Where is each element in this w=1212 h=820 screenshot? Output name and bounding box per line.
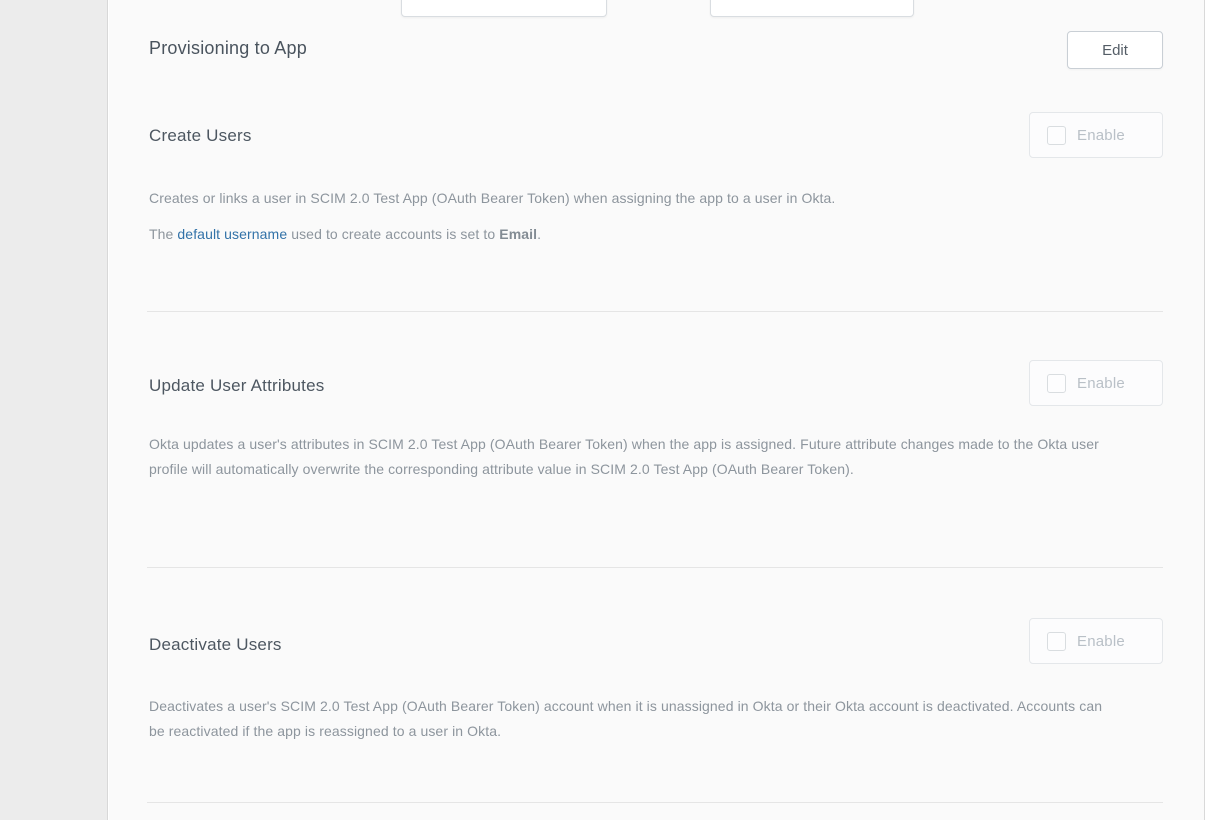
enable-label: Enable — [1077, 375, 1125, 392]
enable-checkbox[interactable] — [1047, 126, 1066, 145]
create-users-description: Creates or links a user in SCIM 2.0 Test… — [149, 186, 1105, 247]
default-username-link[interactable]: default username — [177, 226, 287, 242]
enable-toggle-update-user-attributes[interactable]: Enable — [1029, 360, 1163, 406]
divider — [147, 802, 1163, 803]
truncated-input-field[interactable] — [401, 0, 607, 17]
enable-toggle-create-users[interactable]: Enable — [1029, 112, 1163, 158]
description-text: Creates or links a user in SCIM 2.0 Test… — [149, 186, 1105, 211]
text-fragment: The — [149, 226, 177, 242]
page-title: Provisioning to App — [149, 38, 307, 59]
divider — [147, 567, 1163, 568]
section-title-update-user-attributes: Update User Attributes — [149, 376, 324, 396]
description-text: Deactivates a user's SCIM 2.0 Test App (… — [149, 694, 1105, 744]
enable-label: Enable — [1077, 127, 1125, 144]
enable-toggle-deactivate-users[interactable]: Enable — [1029, 618, 1163, 664]
section-title-create-users: Create Users — [149, 126, 252, 146]
left-sidebar — [0, 0, 108, 820]
provisioning-to-app-panel: Provisioning to App Edit Create Users En… — [109, 0, 1205, 820]
truncated-input-field[interactable] — [710, 0, 914, 17]
edit-button[interactable]: Edit — [1067, 31, 1163, 69]
description-text: Okta updates a user's attributes in SCIM… — [149, 432, 1105, 482]
update-user-attributes-description: Okta updates a user's attributes in SCIM… — [149, 432, 1105, 482]
divider — [147, 311, 1163, 312]
text-fragment: . — [537, 226, 541, 242]
enable-checkbox[interactable] — [1047, 374, 1066, 393]
default-username-line: The default username used to create acco… — [149, 222, 1105, 247]
enable-checkbox[interactable] — [1047, 632, 1066, 651]
email-value: Email — [499, 226, 537, 242]
text-fragment: used to create accounts is set to — [287, 226, 499, 242]
enable-label: Enable — [1077, 633, 1125, 650]
section-title-deactivate-users: Deactivate Users — [149, 635, 282, 655]
deactivate-users-description: Deactivates a user's SCIM 2.0 Test App (… — [149, 694, 1105, 744]
